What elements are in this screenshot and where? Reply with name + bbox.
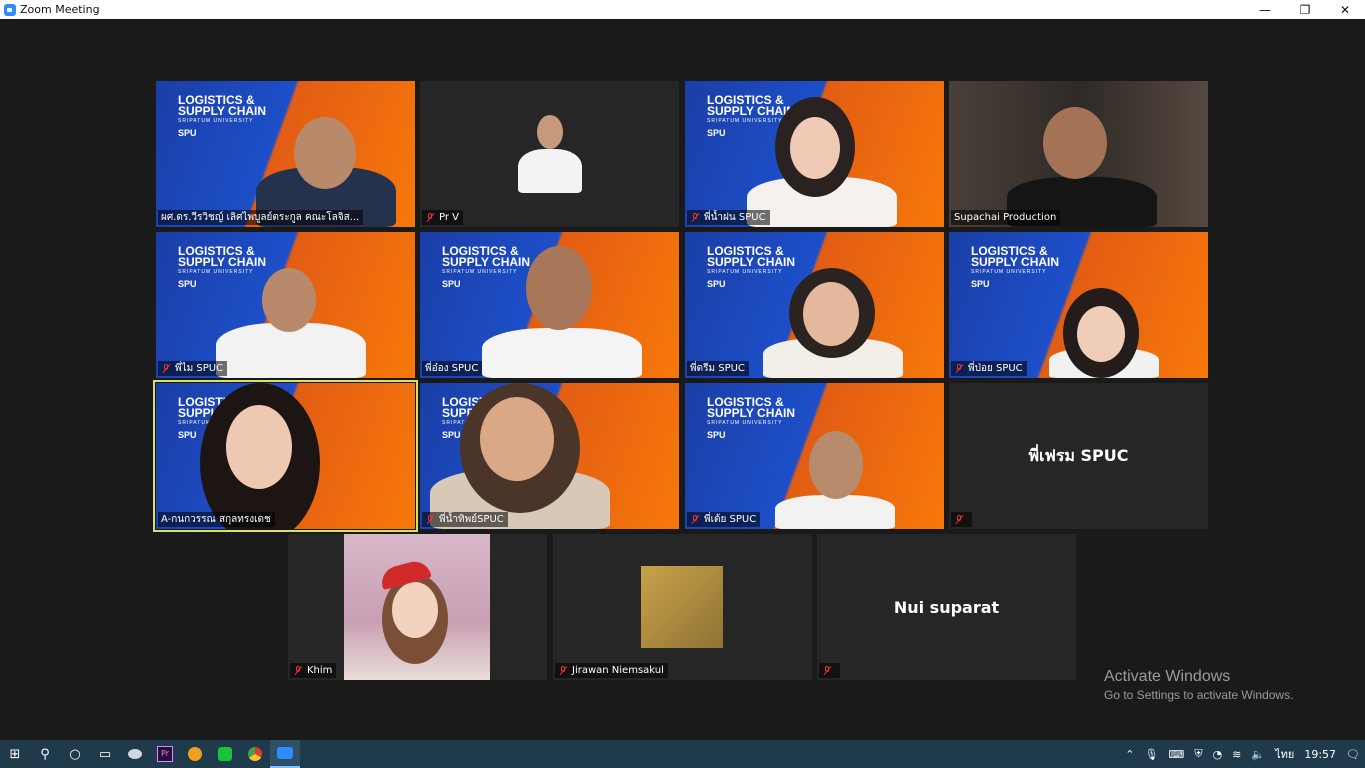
minimize-button[interactable]: — (1245, 0, 1285, 19)
mic-muted-icon (293, 665, 303, 676)
wifi-icon[interactable]: ≋ (1232, 748, 1241, 761)
window-controls: — ❐ ✕ (1245, 0, 1365, 19)
participant-face (526, 246, 592, 330)
participant-face (537, 115, 563, 149)
video-tile[interactable]: LOGISTICS &SUPPLY CHAIN SRIPATUM UNIVERS… (685, 383, 944, 529)
restore-button[interactable]: ❐ (1285, 0, 1325, 19)
video-tile[interactable]: LOGISTICS &SUPPLY CHAIN SRIPATUM UNIVERS… (949, 232, 1208, 378)
close-button[interactable]: ✕ (1325, 0, 1365, 19)
participant-name-label (951, 512, 972, 527)
ime-icon[interactable]: ⌨ (1168, 748, 1184, 761)
participant-face (1043, 107, 1107, 179)
task-view-icon[interactable]: ▭ (90, 740, 120, 768)
app-orange-icon[interactable] (180, 740, 210, 768)
activate-windows-watermark: Activate Windows Go to Settings to activ… (1104, 668, 1294, 702)
participant-face (392, 582, 438, 638)
participant-name-label: พี่น้ำฝน SPUC (687, 210, 770, 225)
mic-muted-icon (425, 514, 435, 525)
system-tray: ⌃ 🎙 ⌨ ⛨ ◔ ≋ 🔈 ไทย 19:57 🗨 (1120, 740, 1365, 768)
logistics-logo: LOGISTICS &SUPPLY CHAIN SRIPATUM UNIVERS… (178, 93, 267, 138)
zoom-icon[interactable] (270, 740, 300, 768)
network-icon[interactable]: ◔ (1213, 748, 1223, 761)
participant-name-label: พี่ดรีม SPUC (687, 361, 749, 376)
mic-muted-icon (954, 363, 964, 374)
search-icon[interactable]: ⚲ (30, 740, 60, 768)
mic-muted-icon (954, 514, 964, 525)
mic-muted-icon (425, 212, 435, 223)
video-tile-active-speaker[interactable]: LOGISTICS &SUPPLY CHAIN SRIPATUM UNIVERS… (153, 380, 418, 532)
participant-name-label: พี่ป่อย SPUC (951, 361, 1027, 376)
profile-picture (641, 566, 723, 648)
chrome-icon[interactable] (240, 740, 270, 768)
participant-name-label (819, 663, 840, 678)
logistics-logo: LOGISTICS &SUPPLY CHAIN SRIPATUM UNIVERS… (971, 244, 1060, 289)
participant-name-label: พี่น้ำทิพย์SPUC (422, 512, 508, 527)
clock[interactable]: 19:57 (1304, 748, 1336, 761)
video-tile[interactable]: LOGISTICS &SUPPLY CHAIN SRIPATUM UNIVERS… (420, 383, 679, 529)
participant-video (518, 149, 582, 193)
video-tile-camera-off[interactable]: พี่เฟรม SPUC (949, 383, 1208, 529)
participant-display-name: Nui suparat (893, 597, 1000, 617)
windows-start-icon[interactable]: ⊞ (0, 740, 30, 768)
logistics-logo: LOGISTICS &SUPPLY CHAIN SRIPATUM UNIVERS… (178, 244, 267, 289)
video-tile[interactable]: Jirawan Niemsakul (553, 534, 812, 680)
taskbar: ⊞ ⚲ ○ ▭ Pr ⌃ 🎙 ⌨ ⛨ ◔ ≋ 🔈 ไทย 19:57 🗨 (0, 740, 1365, 768)
mic-muted-icon (161, 363, 171, 374)
participant-name-label: Jirawan Niemsakul (555, 663, 668, 678)
video-tile-camera-off[interactable]: Nui suparat (817, 534, 1076, 680)
microphone-icon[interactable]: 🎙 (1144, 748, 1158, 761)
chevron-up-icon[interactable]: ⌃ (1125, 748, 1134, 761)
participant-face (803, 282, 859, 346)
zoom-app-icon (4, 3, 16, 16)
video-tile[interactable]: LOGISTICS &SUPPLY CHAIN SRIPATUM UNIVERS… (685, 232, 944, 378)
participant-name-label: พี่เต้ย SPUC (687, 512, 761, 527)
premiere-icon[interactable]: Pr (150, 740, 180, 768)
input-language[interactable]: ไทย (1275, 745, 1294, 763)
participant-face (809, 431, 863, 499)
cortana-icon[interactable]: ○ (60, 740, 90, 768)
participant-face (294, 117, 356, 189)
window-title: Zoom Meeting (20, 3, 100, 16)
participant-display-name: พี่เฟรม SPUC (1028, 445, 1129, 465)
video-tile[interactable]: Pr V (420, 81, 679, 227)
video-tile[interactable]: LOGISTICS &SUPPLY CHAIN SRIPATUM UNIVERS… (685, 81, 944, 227)
logistics-logo: LOGISTICS &SUPPLY CHAIN SRIPATUM UNIVERS… (442, 244, 531, 289)
logistics-logo: LOGISTICS &SUPPLY CHAIN SRIPATUM UNIVERS… (707, 244, 796, 289)
participant-name-label: พี่อ๋อง SPUC (422, 361, 483, 376)
participant-name-label: Khim (290, 663, 337, 678)
video-tile[interactable]: Supachai Production (949, 81, 1208, 227)
line-icon[interactable] (210, 740, 240, 768)
mic-muted-icon (690, 212, 700, 223)
participant-name-label: Supachai Production (951, 210, 1061, 225)
participant-video (482, 328, 642, 378)
participant-face (480, 397, 554, 481)
video-tile[interactable]: LOGISTICS &SUPPLY CHAIN SRIPATUM UNIVERS… (156, 232, 415, 378)
participant-name-label: พี่ไม SPUC (158, 361, 228, 376)
participant-face (226, 405, 292, 489)
app-icon[interactable] (120, 740, 150, 768)
participant-face (1077, 306, 1125, 362)
participant-name-label: Pr V (422, 210, 463, 225)
video-tile[interactable]: Khim (288, 534, 547, 680)
video-tile[interactable]: LOGISTICS &SUPPLY CHAIN SRIPATUM UNIVERS… (420, 232, 679, 378)
notifications-icon[interactable]: 🗨 (1346, 748, 1360, 761)
shield-icon[interactable]: ⛨ (1194, 747, 1202, 761)
participant-name-label: ผศ.ดร.วีรวิชญ์ เลิศไพบูลย์ตระกูล คณะโลจิ… (158, 210, 364, 225)
participant-face (790, 117, 840, 179)
participant-video (775, 495, 895, 529)
mic-muted-icon (822, 665, 832, 676)
logistics-logo: LOGISTICS &SUPPLY CHAIN SRIPATUM UNIVERS… (707, 395, 796, 440)
title-bar: Zoom Meeting — ❐ ✕ (0, 0, 1365, 19)
video-tile[interactable]: LOGISTICS &SUPPLY CHAIN SRIPATUM UNIVERS… (156, 81, 415, 227)
volume-icon[interactable]: 🔈 (1251, 748, 1265, 761)
participant-face (262, 268, 316, 332)
mic-muted-icon (690, 514, 700, 525)
participant-name-label: A-กนกวรรณ สกุลทรงเดช (158, 512, 275, 527)
mic-muted-icon (558, 665, 568, 676)
